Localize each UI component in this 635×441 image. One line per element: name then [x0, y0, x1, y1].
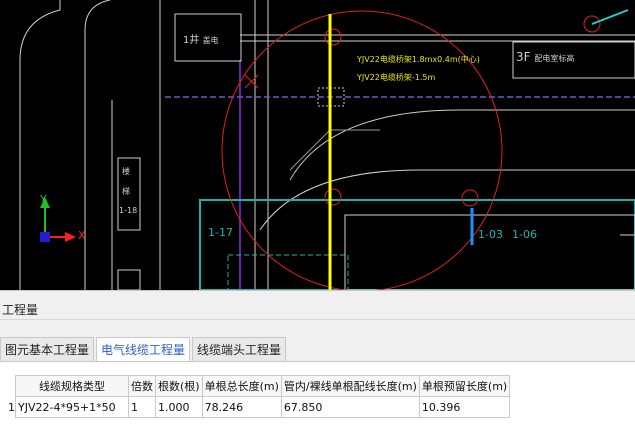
- col-header-multiplier[interactable]: 倍数: [128, 375, 156, 397]
- tab-basic-quantity[interactable]: 图元基本工程量: [0, 337, 95, 361]
- origin-marker: [40, 232, 50, 242]
- col-header-reserve-length[interactable]: 单根预留长度(m): [418, 375, 511, 397]
- table-header-row: 线缆规格类型 倍数 根数(根) 单根总长度(m) 管内/裸线单根配线长度(m) …: [8, 375, 511, 397]
- stair-label-1: 楼: [122, 167, 130, 176]
- wall-arc: [19, 0, 61, 290]
- cable-note-2: YJV22电缆桥架-1.5m: [357, 73, 436, 82]
- row-index-header: [8, 376, 16, 397]
- room-label-b: 1-03: [478, 228, 503, 241]
- selection-circle: [221, 10, 503, 290]
- inner-room: [344, 214, 635, 290]
- node-marker: [461, 189, 479, 207]
- cable-table: 线缆规格类型 倍数 根数(根) 单根总长度(m) 管内/裸线单根配线长度(m) …: [8, 375, 511, 418]
- stair-label-2: 梯: [122, 187, 130, 196]
- col-header-spec[interactable]: 线缆规格类型: [15, 375, 129, 397]
- axis-y-label: Y: [40, 193, 47, 206]
- col-header-count[interactable]: 根数(根): [155, 375, 203, 397]
- room-outline: [199, 199, 635, 290]
- panel-title: 工程量: [0, 301, 635, 320]
- drawing-layer[interactable]: [0, 0, 635, 290]
- cell-pipe-length[interactable]: 67.850: [280, 396, 420, 418]
- col-header-pipe-length[interactable]: 管内/裸线单根配线长度(m): [280, 375, 420, 397]
- floor-label: 3F 配电室标高: [516, 50, 575, 64]
- cell-spec[interactable]: YJV22-4*95+1*50: [15, 396, 129, 418]
- room-label-c: 1-06: [512, 228, 537, 241]
- row-index: 1: [8, 400, 15, 414]
- room-label-a: 1-17: [208, 226, 233, 239]
- quantity-grid[interactable]: 线缆规格类型 倍数 根数(根) 单根总长度(m) 管内/裸线单根配线长度(m) …: [0, 361, 635, 441]
- panel-tabs: 图元基本工程量 电气线缆工程量 线缆端头工程量: [0, 337, 288, 361]
- tab-cable-quantity[interactable]: 电气线缆工程量: [96, 337, 191, 361]
- quantity-panel: 工程量 图元基本工程量 电气线缆工程量 线缆端头工程量 线缆规格类型 倍数 根数…: [0, 290, 635, 441]
- cell-total-length[interactable]: 78.246: [201, 396, 282, 418]
- col-header-total-length[interactable]: 单根总长度(m): [201, 375, 282, 397]
- cell-count[interactable]: 1.000: [155, 396, 203, 418]
- cyan-lead: [591, 9, 629, 25]
- cad-canvas[interactable]: 1井 盖电 3F 配电室标高 YJV22电缆桥架1.8mx0.4m(中心) YJ…: [0, 0, 635, 290]
- stair-label-3: 1-18: [119, 206, 138, 215]
- tab-cable-end-quantity[interactable]: 线缆端头工程量: [192, 337, 287, 361]
- cell-multiplier[interactable]: 1: [128, 396, 156, 418]
- node-marker: [324, 188, 342, 206]
- cell-reserve-length[interactable]: 10.396: [418, 396, 511, 418]
- stair-box-lower: [117, 269, 141, 290]
- node-marker: [324, 28, 342, 46]
- wall-arc-inner: [84, 0, 111, 290]
- table-row[interactable]: 1 YJV22-4*95+1*50 1 1.000 78.246 67.850 …: [8, 396, 511, 418]
- axis-x-label: X: [78, 229, 86, 242]
- cable-note-1: YJV22电缆桥架1.8mx0.4m(中心): [357, 55, 480, 64]
- x-axis-arrow-icon: [65, 232, 76, 242]
- well-label: 1井 盖电: [183, 35, 219, 46]
